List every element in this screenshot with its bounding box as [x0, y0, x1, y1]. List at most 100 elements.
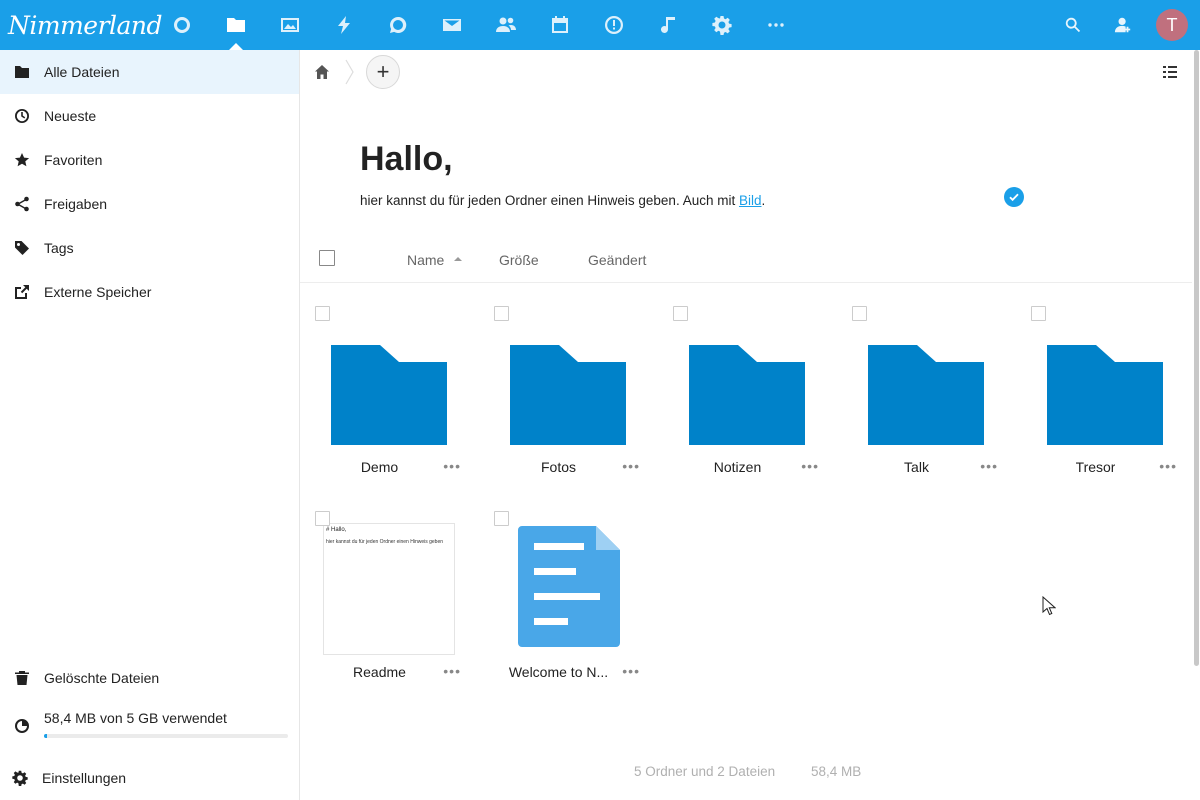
select-all-checkbox[interactable]	[319, 250, 335, 266]
chevron-right-icon	[345, 59, 354, 85]
app-mail[interactable]	[425, 0, 479, 50]
contacts-menu-button[interactable]	[1098, 0, 1148, 50]
file-actions-menu[interactable]: •••	[622, 458, 640, 474]
file-checkbox[interactable]	[315, 306, 330, 321]
app-files[interactable]	[209, 0, 263, 50]
column-name-label: Name	[407, 252, 445, 268]
sidebar-item-favorites[interactable]: Favoriten	[0, 138, 299, 182]
column-modified[interactable]: Geändert	[588, 252, 646, 268]
folder-icon	[227, 18, 245, 32]
folder-icon	[860, 318, 992, 450]
calendar-icon	[552, 16, 568, 33]
file-checkbox[interactable]	[673, 306, 688, 321]
sidebar-item-all-files[interactable]: Alle Dateien	[0, 50, 299, 94]
file-checkbox[interactable]	[315, 511, 330, 526]
more-icon	[768, 23, 784, 27]
app-contacts[interactable]	[479, 0, 533, 50]
tag-icon	[15, 241, 29, 255]
column-size[interactable]: Größe	[499, 252, 539, 268]
folder-icon	[681, 318, 813, 450]
folder-icon	[323, 318, 455, 450]
breadcrumb-separator	[344, 50, 356, 94]
file-tile[interactable]: # Hallo, hier kannst du für jeden Ordner…	[300, 505, 479, 710]
sidebar-item-shares[interactable]: Freigaben	[0, 182, 299, 226]
logo[interactable]: Nimmerland	[8, 8, 163, 42]
music-note-icon	[661, 17, 675, 33]
share-icon	[15, 196, 29, 212]
file-tile[interactable]: Tresor •••	[1016, 300, 1195, 505]
sidebar-item-label: Freigaben	[44, 196, 108, 212]
lightning-icon	[338, 16, 350, 34]
summary-counts: 5 Ordner und 2 Dateien	[634, 764, 776, 779]
file-actions-menu[interactable]: •••	[801, 458, 819, 474]
file-tile[interactable]: Notizen •••	[658, 300, 837, 505]
pie-chart-icon	[15, 719, 29, 733]
file-actions-menu[interactable]: •••	[622, 663, 640, 679]
clock-icon	[15, 109, 29, 123]
app-talk[interactable]	[371, 0, 425, 50]
header-right: T	[1048, 0, 1200, 50]
image-link[interactable]: Bild	[739, 193, 762, 208]
settings-label: Einstellungen	[42, 770, 127, 786]
sidebar-item-tags[interactable]: Tags	[0, 226, 299, 270]
file-actions-menu[interactable]: •••	[980, 458, 998, 474]
quota-indicator[interactable]: 58,4 MB von 5 GB verwendet	[0, 700, 299, 756]
file-actions-menu[interactable]: •••	[1159, 458, 1177, 474]
sidebar-item-external-storage[interactable]: Externe Speicher	[0, 270, 299, 314]
view-toggle-button[interactable]	[1162, 64, 1178, 80]
sort-ascending-icon	[454, 257, 463, 262]
folder-icon	[15, 66, 29, 78]
sidebar-item-recent[interactable]: Neueste	[0, 94, 299, 138]
file-checkbox[interactable]	[494, 511, 509, 526]
quota-bar	[44, 734, 288, 738]
breadcrumb: +	[300, 50, 1192, 94]
app-music[interactable]	[641, 0, 695, 50]
main-content: + Hallo, hier kannst du für jeden Ordner…	[300, 50, 1192, 800]
image-icon	[281, 18, 299, 32]
sidebar-item-label: Favoriten	[44, 152, 103, 168]
column-name[interactable]: Name	[407, 252, 463, 268]
file-checkbox[interactable]	[852, 306, 867, 321]
app-dashboard[interactable]	[155, 0, 209, 50]
scrollbar[interactable]	[1192, 50, 1200, 800]
file-checkbox[interactable]	[1031, 306, 1046, 321]
edit-description-button[interactable]	[1004, 187, 1024, 207]
app-settings[interactable]	[695, 0, 749, 50]
file-tile[interactable]: Welcome to N... •••	[479, 505, 658, 710]
file-tile[interactable]: Fotos •••	[479, 300, 658, 505]
file-tile[interactable]: Demo •••	[300, 300, 479, 505]
document-icon	[502, 523, 634, 655]
home-icon	[315, 65, 329, 79]
folder-description: Hallo, hier kannst du für jeden Ordner e…	[360, 140, 1040, 208]
app-more[interactable]	[749, 0, 803, 50]
quota-bar-fill	[44, 734, 47, 738]
new-file-button[interactable]: +	[366, 55, 400, 89]
search-button[interactable]	[1048, 0, 1098, 50]
quota-info: 58,4 MB von 5 GB verwendet	[44, 710, 288, 738]
app-deck[interactable]	[587, 0, 641, 50]
sidebar-item-settings[interactable]: Einstellungen	[0, 756, 299, 800]
breadcrumb-home[interactable]	[300, 50, 344, 94]
list-view-icon	[1163, 66, 1177, 78]
app-activity[interactable]	[317, 0, 371, 50]
gear-icon	[712, 16, 732, 35]
file-tile[interactable]: Talk •••	[837, 300, 1016, 505]
sidebar-item-trash[interactable]: Gelöschte Dateien	[0, 656, 299, 700]
avatar[interactable]: T	[1156, 9, 1188, 41]
app-photos[interactable]	[263, 0, 317, 50]
mouse-cursor-icon	[1042, 596, 1056, 616]
file-checkbox[interactable]	[494, 306, 509, 321]
folder-icon	[502, 318, 634, 450]
scrollbar-thumb[interactable]	[1194, 50, 1199, 666]
folder-description-text: hier kannst du für jeden Ordner einen Hi…	[360, 193, 1040, 208]
checkmark-icon	[1009, 193, 1019, 202]
summary-size: 58,4 MB	[811, 764, 862, 779]
folder-description-title: Hallo,	[360, 140, 453, 178]
clock-info-icon	[605, 16, 623, 34]
file-actions-menu[interactable]: •••	[443, 663, 461, 679]
app-calendar[interactable]	[533, 0, 587, 50]
circle-icon	[174, 17, 190, 33]
preview-line: # Hallo,	[326, 527, 347, 533]
file-actions-menu[interactable]: •••	[443, 458, 461, 474]
preview-line: hier kannst du für jeden Ordner einen Hi…	[326, 539, 444, 545]
